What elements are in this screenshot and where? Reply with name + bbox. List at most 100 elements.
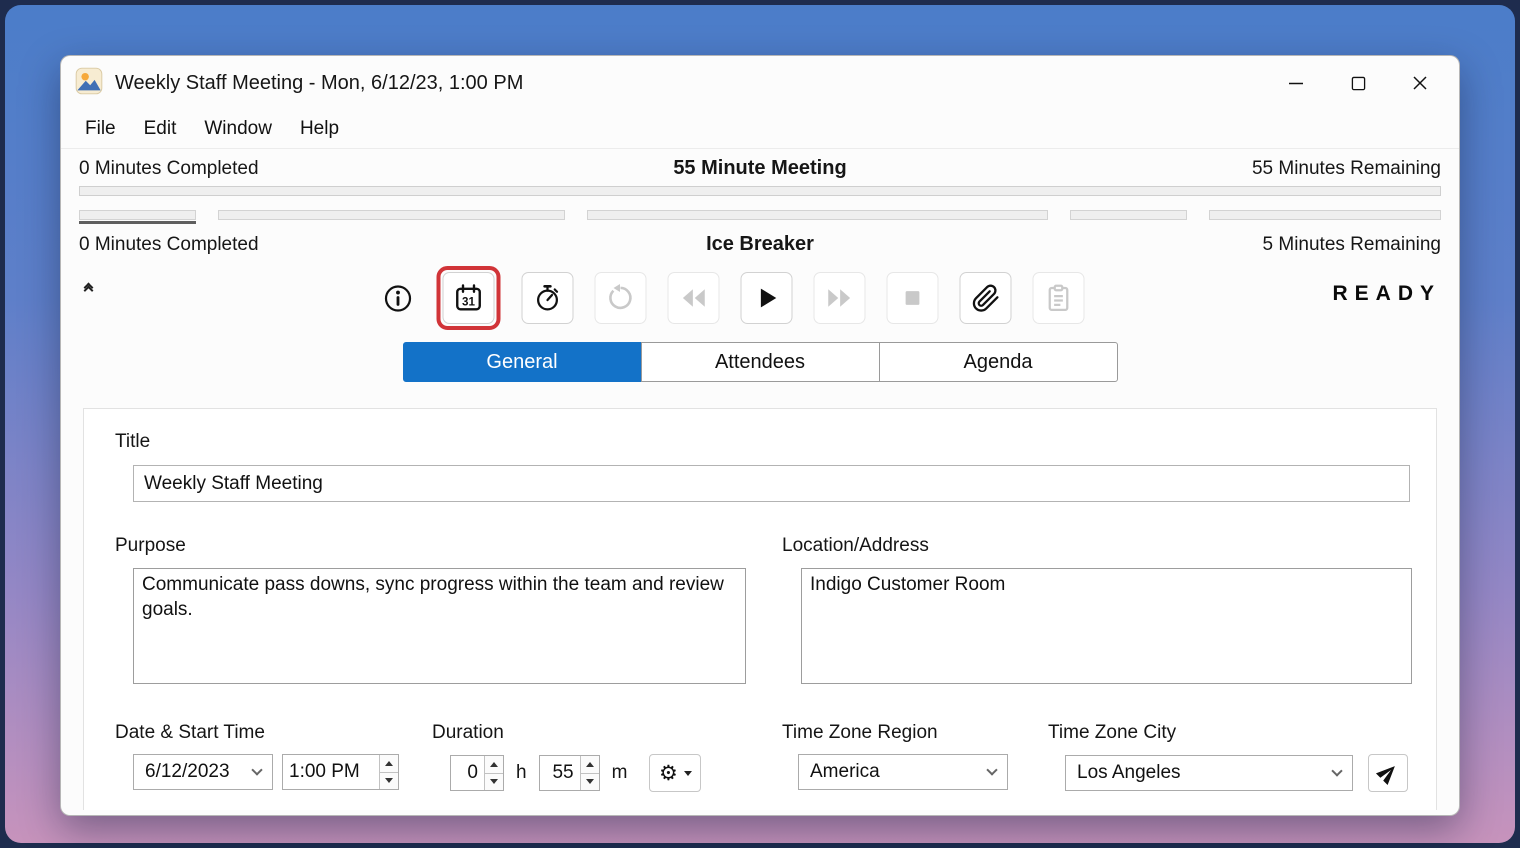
progress-section: 0 Minutes Completed 55 Minute Meeting 55… [61, 149, 1459, 256]
duration-hours-field[interactable] [450, 755, 504, 791]
calendar-icon: 31 [454, 283, 484, 313]
tz-region-value: America [810, 761, 880, 783]
general-panel: Title Purpose Communicate pass downs, sy… [83, 408, 1437, 810]
collapse-toggle[interactable] [85, 286, 92, 292]
arrow-down-icon [586, 779, 594, 784]
location-label: Location/Address [782, 535, 929, 557]
menu-window[interactable]: Window [190, 115, 286, 143]
tz-region-controls: America [798, 754, 1008, 790]
arrow-up-icon [490, 762, 498, 767]
date-start-label: Date & Start Time [115, 722, 265, 744]
rewind-icon [679, 283, 709, 313]
duration-minutes-input[interactable] [540, 756, 580, 790]
purpose-textarea[interactable]: Communicate pass downs, sync progress wi… [133, 568, 746, 684]
maximize-icon [1351, 76, 1366, 91]
toolbar-buttons: 31 [380, 266, 1085, 330]
arrow-down-icon [490, 779, 498, 784]
play-button[interactable] [741, 272, 793, 324]
time-down-button[interactable] [380, 772, 398, 790]
chevron-down-icon [986, 764, 997, 775]
rewind-button[interactable] [668, 272, 720, 324]
segment-remaining-label: 5 Minutes Remaining [814, 234, 1441, 256]
hours-unit-label: h [516, 762, 527, 784]
duration-settings-button[interactable]: ⚙ [649, 754, 701, 792]
duration-minutes-field[interactable] [539, 755, 600, 791]
tz-city-label: Time Zone City [1048, 722, 1176, 744]
close-button[interactable] [1389, 56, 1451, 110]
navigation-arrow-icon [1372, 757, 1403, 788]
agenda-segment-bar [1070, 210, 1187, 220]
clipboard-icon [1044, 283, 1074, 313]
menu-edit[interactable]: Edit [130, 115, 191, 143]
date-value: 6/12/2023 [145, 761, 230, 783]
stop-icon [898, 283, 928, 313]
close-icon [1412, 75, 1428, 91]
overall-completed-label: 0 Minutes Completed [79, 158, 673, 180]
date-start-controls: 6/12/2023 [133, 754, 399, 790]
location-textarea[interactable]: Indigo Customer Room [801, 568, 1412, 684]
tz-city-controls: Los Angeles [1065, 754, 1408, 792]
reset-icon [606, 283, 636, 313]
title-input[interactable] [133, 465, 1410, 502]
arrow-up-icon [586, 762, 594, 767]
fast-forward-button[interactable] [814, 272, 866, 324]
screenshot-stage: Weekly Staff Meeting - Mon, 6/12/23, 1:0… [0, 0, 1520, 848]
attachment-button[interactable] [960, 272, 1012, 324]
play-icon [752, 283, 782, 313]
overall-meeting-title: 55 Minute Meeting [673, 157, 846, 180]
minimize-button[interactable] [1265, 56, 1327, 110]
info-icon [382, 283, 413, 314]
info-button[interactable] [380, 272, 416, 324]
chevron-down-icon [1331, 765, 1342, 776]
tab-attendees[interactable]: Attendees [641, 342, 880, 382]
titlebar: Weekly Staff Meeting - Mon, 6/12/23, 1:0… [61, 56, 1459, 110]
stop-button[interactable] [887, 272, 939, 324]
app-icon [75, 67, 103, 100]
tz-city-value: Los Angeles [1077, 762, 1181, 784]
segment-completed-label: 0 Minutes Completed [79, 234, 706, 256]
calendar-button[interactable]: 31 [443, 272, 495, 324]
minutes-down-button[interactable] [581, 773, 599, 791]
start-time-input[interactable] [283, 755, 379, 789]
hours-spinner [484, 756, 503, 790]
menu-file[interactable]: File [71, 115, 130, 143]
agenda-segment-bar [218, 210, 565, 220]
menu-bar: File Edit Window Help [61, 110, 1459, 149]
app-window: Weekly Staff Meeting - Mon, 6/12/23, 1:0… [60, 55, 1460, 816]
chevron-down-icon [251, 764, 262, 775]
tab-agenda[interactable]: Agenda [879, 342, 1118, 382]
current-segment-title: Ice Breaker [706, 233, 814, 256]
maximize-button[interactable] [1327, 56, 1389, 110]
overall-progress-bar [79, 186, 1441, 196]
tz-city-select[interactable]: Los Angeles [1065, 755, 1353, 791]
minutes-unit-label: m [612, 762, 628, 784]
svg-text:31: 31 [462, 296, 475, 309]
duration-hours-input[interactable] [451, 756, 484, 790]
paperclip-icon [971, 284, 1000, 313]
title-label: Title [115, 431, 150, 453]
tab-general[interactable]: General [403, 342, 642, 382]
overall-remaining-label: 55 Minutes Remaining [847, 158, 1441, 180]
window-controls [1265, 56, 1451, 110]
menu-help[interactable]: Help [286, 115, 353, 143]
dropdown-arrow-icon [684, 771, 692, 776]
time-up-button[interactable] [380, 755, 398, 772]
date-select[interactable]: 6/12/2023 [133, 754, 273, 790]
fast-forward-icon [825, 283, 855, 313]
agenda-segment-bar [587, 210, 1049, 220]
arrow-down-icon [385, 778, 393, 783]
minimize-icon [1288, 75, 1304, 91]
notes-button[interactable] [1033, 272, 1085, 324]
reset-button[interactable] [595, 272, 647, 324]
locate-timezone-button[interactable] [1368, 754, 1408, 792]
hours-down-button[interactable] [485, 773, 503, 791]
window-title: Weekly Staff Meeting - Mon, 6/12/23, 1:0… [115, 72, 523, 95]
tz-region-select[interactable]: America [798, 754, 1008, 790]
timer-icon [533, 283, 563, 313]
agenda-segment-bar [79, 210, 196, 220]
hours-up-button[interactable] [485, 756, 503, 773]
timer-button[interactable] [522, 272, 574, 324]
start-time-field[interactable] [282, 754, 399, 790]
minutes-up-button[interactable] [581, 756, 599, 773]
agenda-segment-bar [1209, 210, 1441, 220]
